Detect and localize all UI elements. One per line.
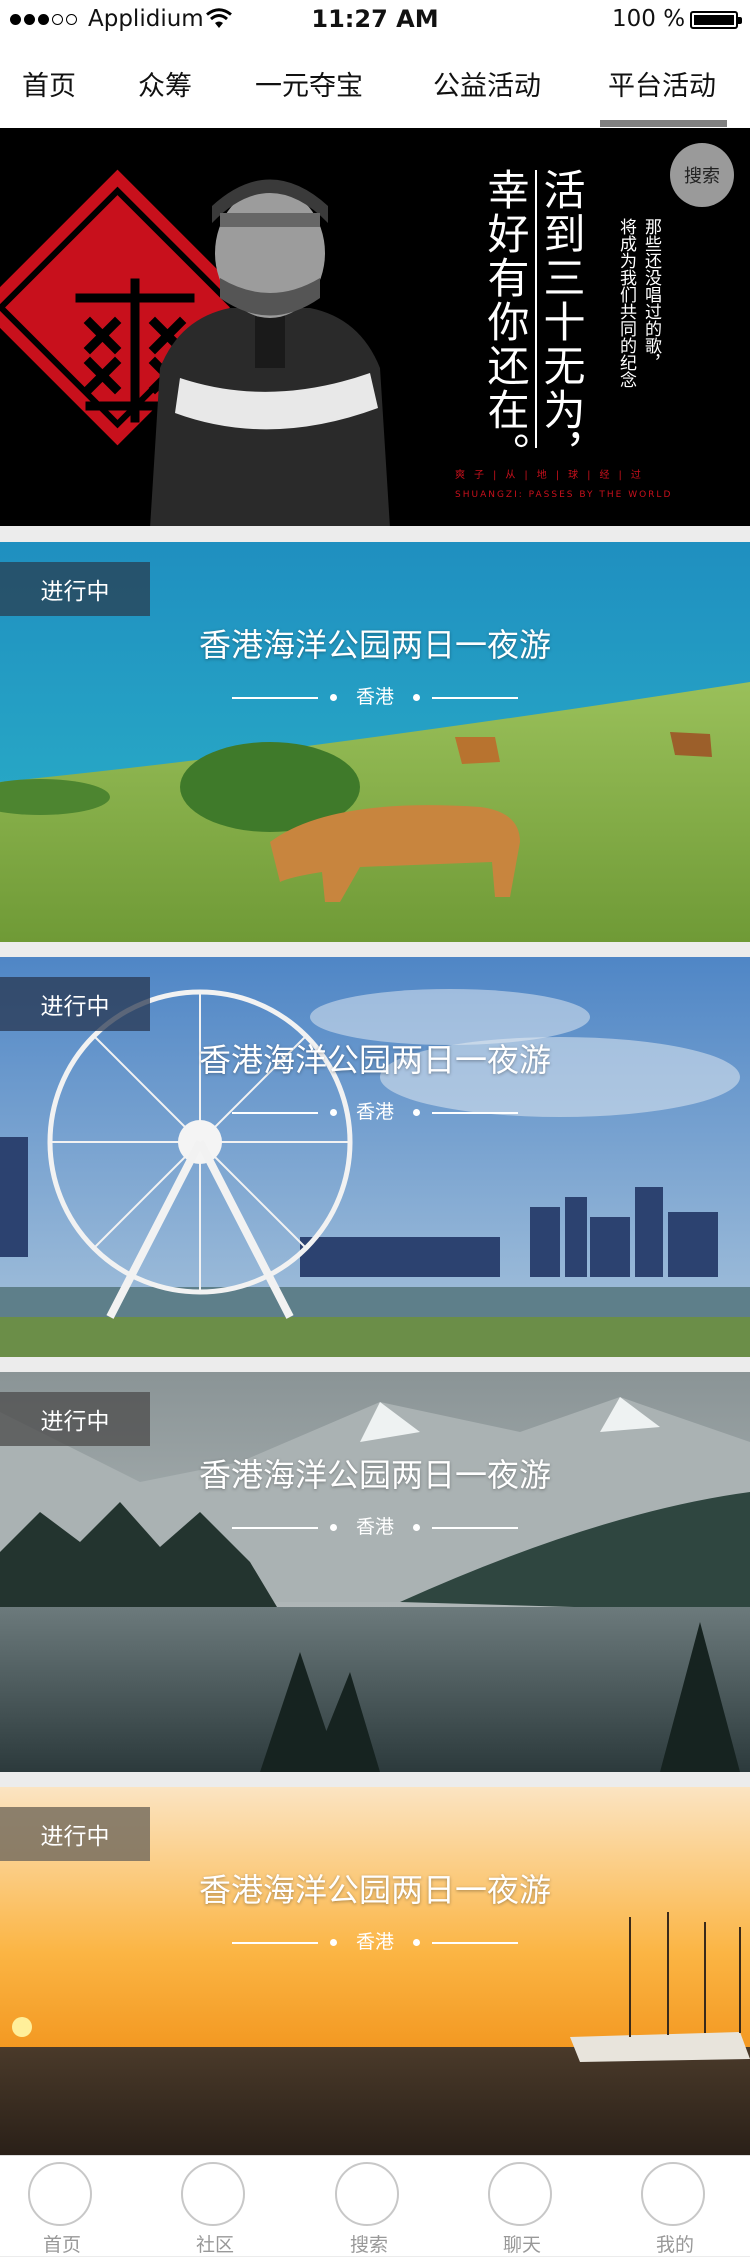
tab-bar-search[interactable]: 搜索 xyxy=(309,2162,429,2256)
activity-card[interactable]: 进行中 香港海洋公园两日一夜游 香港 xyxy=(0,957,750,1357)
activity-title: 香港海洋公园两日一夜游 xyxy=(198,1871,551,1909)
tab-bar-community[interactable]: 社区 xyxy=(155,2162,275,2256)
hero-subtitle-line-2: 将成为我们共同的纪念 xyxy=(616,218,636,388)
active-tab-indicator xyxy=(600,120,727,127)
status-bar: Applidium 11:27 AM 100 % xyxy=(0,0,750,40)
activity-location: 香港 xyxy=(355,1931,394,1953)
location-row: 香港 xyxy=(0,1927,750,1957)
location-row: 香港 xyxy=(0,1512,750,1542)
tab-label: 我的 xyxy=(655,2234,694,2256)
activity-location: 香港 xyxy=(355,1101,394,1123)
hero-title-line-1: 活到三十无为， xyxy=(537,168,586,476)
status-badge: 进行中 xyxy=(0,1807,150,1861)
top-nav: 首页 众筹 一元夺宝 公益活动 平台活动 xyxy=(0,40,750,128)
hero-tagline-cn: 爽子|从|地|球|经|过 xyxy=(455,470,650,481)
activity-title: 香港海洋公园两日一夜游 xyxy=(198,1041,551,1079)
battery-percentage: 100 % xyxy=(612,6,686,32)
status-badge: 进行中 xyxy=(0,562,150,616)
status-badge: 进行中 xyxy=(0,977,150,1031)
tab-label: 聊天 xyxy=(502,2234,541,2256)
location-row: 香港 xyxy=(0,1097,750,1127)
hero-divider xyxy=(535,170,537,448)
hero-subtitle-line-1: 那些还没唱过的歌， xyxy=(641,218,661,371)
activity-card[interactable]: 进行中 香港海洋公园两日一夜游 香港 xyxy=(0,1787,750,2187)
tab-label: 搜索 xyxy=(349,2234,388,2256)
activity-title: 香港海洋公园两日一夜游 xyxy=(198,626,551,664)
search-button[interactable]: 搜索 xyxy=(670,143,734,207)
hero-title-line-2: 幸好有你还在。 xyxy=(481,168,530,476)
chat-icon xyxy=(488,2162,552,2226)
activity-location: 香港 xyxy=(355,1516,394,1538)
activity-title: 香港海洋公园两日一夜游 xyxy=(198,1456,551,1494)
tab-charity-events[interactable]: 公益活动 xyxy=(433,64,541,103)
tab-bar-profile[interactable]: 我的 xyxy=(615,2162,735,2256)
hero-banner[interactable]: 活到三十无为， 幸好有你还在。 那些还没唱过的歌， 将成为我们共同的纪念 爽子|… xyxy=(0,128,750,526)
tab-label: 首页 xyxy=(42,2234,81,2256)
activity-card[interactable]: 进行中 香港海洋公园两日一夜游 香港 xyxy=(0,1372,750,1772)
battery-icon xyxy=(690,11,742,29)
activity-card[interactable]: 进行中 香港海洋公园两日一夜游 香港 xyxy=(0,542,750,942)
tab-bar-home[interactable]: 首页 xyxy=(2,2162,122,2256)
hero-tagline-en: SHUANGZI: PASSES BY THE WORLD xyxy=(455,490,673,500)
search-icon xyxy=(335,2162,399,2226)
activity-location: 香港 xyxy=(355,686,394,708)
tab-bar-chat[interactable]: 聊天 xyxy=(462,2162,582,2256)
profile-icon xyxy=(641,2162,705,2226)
tab-label: 社区 xyxy=(195,2234,234,2256)
tab-one-yuan-treasure[interactable]: 一元夺宝 xyxy=(255,64,363,103)
singer-portrait xyxy=(150,179,390,526)
home-icon xyxy=(28,2162,92,2226)
bottom-tab-bar: 首页 社区 搜索 聊天 我的 xyxy=(0,2155,750,2256)
tab-platform-events[interactable]: 平台活动 xyxy=(608,64,716,103)
status-badge: 进行中 xyxy=(0,1392,150,1446)
community-icon xyxy=(181,2162,245,2226)
location-row: 香港 xyxy=(0,682,750,712)
tab-crowdfunding[interactable]: 众筹 xyxy=(138,64,192,103)
tab-home[interactable]: 首页 xyxy=(22,64,76,103)
